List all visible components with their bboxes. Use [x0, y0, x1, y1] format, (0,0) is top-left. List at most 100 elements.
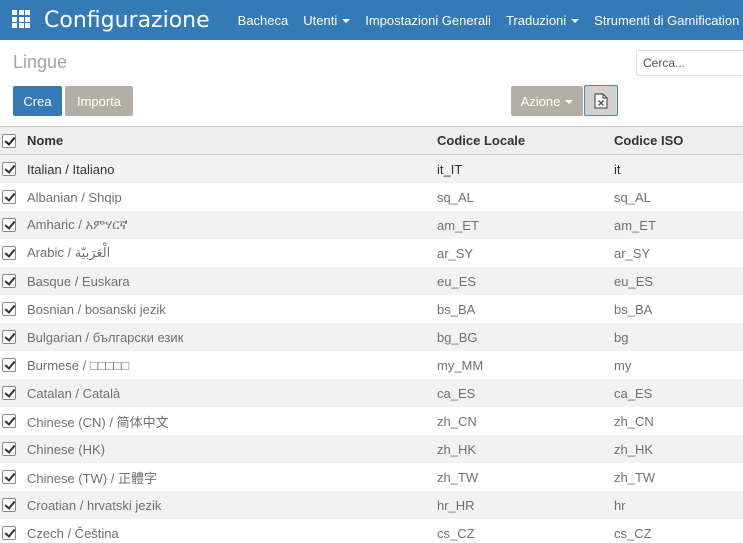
caret-down-icon [565, 99, 574, 104]
cell-name: Basque / Euskara [27, 273, 130, 289]
table-row[interactable]: Chinese (TW) / 正體字 zh_TW zh_TW [0, 463, 743, 491]
cell-name: Italian / Italiano [27, 161, 115, 177]
cell-locale-code: eu_ES [437, 273, 477, 289]
cell-locale-code: it_IT [437, 161, 463, 177]
menu-item-label: Impostazioni Generali [365, 12, 491, 28]
cell-iso-code: cs_CZ [614, 525, 652, 541]
cell-name: Albanian / Shqip [27, 189, 122, 205]
menu-item-impostazioni-generali[interactable]: Impostazioni Generali [365, 13, 491, 28]
table-row[interactable]: Croatian / hrvatski jezik hr_HR hr [0, 491, 743, 519]
cell-locale-code: ca_ES [437, 385, 476, 401]
row-checkbox[interactable] [2, 330, 16, 344]
apps-grid-icon[interactable] [12, 10, 30, 30]
cell-iso-code: hr [614, 497, 626, 513]
cell-iso-code: sq_AL [614, 189, 651, 205]
cell-name: Bulgarian / български език [27, 329, 184, 345]
cell-locale-code: bs_BA [437, 301, 476, 317]
table-row[interactable]: Arabic / الْعَرَبيّة ar_SY ar_SY [0, 239, 743, 267]
row-checkbox[interactable] [2, 162, 16, 176]
table-header: Nome Codice Locale Codice ISO [0, 126, 743, 155]
table-row[interactable]: Basque / Euskara eu_ES eu_ES [0, 267, 743, 295]
cell-iso-code: eu_ES [614, 273, 654, 289]
select-all-checkbox[interactable] [2, 133, 16, 148]
row-checkbox[interactable] [2, 190, 16, 204]
cell-iso-code: my [614, 357, 632, 373]
table-row[interactable]: Burmese / □□□□□ my_MM my [0, 351, 743, 379]
create-button[interactable]: Crea [13, 86, 62, 116]
cell-iso-code: ca_ES [614, 385, 653, 401]
caret-down-icon [342, 18, 351, 23]
row-checkbox[interactable] [2, 526, 16, 540]
column-header-name[interactable]: Nome [27, 133, 437, 148]
menu-item-label: Bacheca [237, 12, 289, 28]
action-label: Azione [520, 93, 561, 109]
cell-locale-code: cs_CZ [437, 525, 475, 541]
table-row[interactable]: Italian / Italiano it_IT it [0, 155, 743, 183]
export-button[interactable] [584, 85, 618, 116]
column-header-iso-code[interactable]: Codice ISO [614, 133, 743, 148]
table-row[interactable]: Amharic / አምሃርኛ am_ET am_ET [0, 211, 743, 239]
row-checkbox[interactable] [2, 386, 16, 400]
action-dropdown-button[interactable]: Azione [511, 86, 583, 116]
cell-name: Bosnian / bosanski jezik [27, 301, 166, 317]
cell-name: Arabic / الْعَرَبيّة [27, 245, 111, 260]
row-checkbox[interactable] [2, 218, 16, 232]
cell-name: Chinese (TW) / 正體字 [27, 470, 158, 486]
cell-name: Amharic / አምሃርኛ [27, 217, 128, 232]
row-checkbox[interactable] [2, 274, 16, 288]
cell-locale-code: zh_HK [437, 441, 477, 457]
table-row[interactable]: Chinese (HK) zh_HK zh_HK [0, 435, 743, 463]
menu-item-bacheca[interactable]: Bacheca [238, 13, 289, 28]
cell-iso-code: zh_CN [614, 413, 654, 429]
cell-iso-code: it [614, 161, 621, 177]
cell-iso-code: bg [614, 329, 629, 345]
cell-iso-code: ar_SY [614, 245, 651, 261]
cell-name: Czech / Čeština [27, 525, 119, 541]
cell-locale-code: am_ET [437, 217, 479, 233]
import-button[interactable]: Importa [65, 86, 133, 116]
menu-item-label: Traduzioni [505, 12, 567, 28]
breadcrumb[interactable]: Lingue [13, 52, 67, 73]
cell-locale-code: zh_TW [437, 469, 479, 485]
row-checkbox[interactable] [2, 358, 16, 372]
table-body: Italian / Italiano it_IT it Albanian / Shqi… [0, 155, 743, 543]
table-row[interactable]: Catalan / Català ca_ES ca_ES [0, 379, 743, 407]
row-checkbox[interactable] [2, 246, 16, 260]
cell-locale-code: zh_CN [437, 413, 477, 429]
cell-iso-code: am_ET [614, 217, 656, 233]
table-row[interactable]: Chinese (CN) / 简体中文 zh_CN zh_CN [0, 407, 743, 435]
row-checkbox[interactable] [2, 498, 16, 512]
cell-iso-code: zh_TW [614, 469, 656, 485]
app-title: Configurazione [44, 7, 210, 33]
row-checkbox[interactable] [2, 414, 16, 428]
menu-item-utenti[interactable]: Utenti [303, 12, 351, 28]
cell-locale-code: bg_BG [437, 329, 478, 345]
table-row[interactable]: Bulgarian / български език bg_BG bg [0, 323, 743, 351]
languages-table: Nome Codice Locale Codice ISO Italian / … [0, 126, 743, 543]
table-row[interactable]: Albanian / Shqip sq_AL sq_AL [0, 183, 743, 211]
row-checkbox[interactable] [2, 302, 16, 316]
menu-item-gamification[interactable]: Strumenti di Gamification [594, 13, 743, 28]
cell-locale-code: hr_HR [437, 497, 475, 513]
column-header-locale-code[interactable]: Codice Locale [437, 133, 614, 148]
caret-down-icon [571, 18, 580, 23]
menu-item-label: Utenti [303, 12, 338, 28]
menu-item-traduzioni[interactable]: Traduzioni [505, 12, 580, 28]
cell-name: Chinese (CN) / 简体中文 [27, 414, 169, 430]
row-checkbox[interactable] [2, 442, 16, 456]
cell-name: Burmese / □□□□□ [27, 357, 130, 373]
cell-name: Croatian / hrvatski jezik [27, 497, 162, 513]
cell-name: Catalan / Català [27, 385, 121, 401]
cell-iso-code: bs_BA [614, 301, 653, 317]
excel-export-icon [594, 92, 608, 109]
search-input[interactable] [636, 50, 743, 76]
top-navbar: Configurazione Bacheca Utenti Impostazio… [0, 0, 743, 40]
row-checkbox[interactable] [2, 470, 16, 484]
cell-locale-code: ar_SY [437, 245, 474, 261]
cell-locale-code: sq_AL [437, 189, 474, 205]
cell-iso-code: zh_HK [614, 441, 654, 457]
cell-name: Chinese (HK) [27, 441, 106, 457]
main-menu: Bacheca Utenti Impostazioni Generali Tra… [238, 13, 743, 28]
table-row[interactable]: Czech / Čeština cs_CZ cs_CZ [0, 519, 743, 543]
table-row[interactable]: Bosnian / bosanski jezik bs_BA bs_BA [0, 295, 743, 323]
